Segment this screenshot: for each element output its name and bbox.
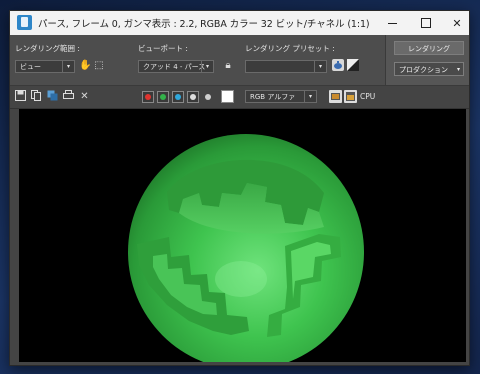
viewport-dropdown[interactable]: クアッド 4 - パース ▾: [138, 60, 214, 73]
print-icon[interactable]: [62, 90, 75, 103]
copy-icon[interactable]: [30, 90, 43, 103]
blue-channel-toggle[interactable]: [172, 91, 184, 103]
clone-icon[interactable]: [46, 90, 59, 103]
viewport-label: ビューポート :: [138, 44, 188, 53]
monochrome-dot-icon[interactable]: [205, 94, 211, 100]
region-select-icon[interactable]: ⬚: [93, 60, 105, 72]
chevron-down-icon: ▾: [314, 61, 326, 72]
frame-buffer-toolbar: ✕ RGB アルファ ▾ CPU: [10, 86, 469, 109]
render-preset-dropdown[interactable]: ▾: [245, 60, 327, 73]
app-icon: [17, 15, 32, 30]
render-area-value: ビュー: [20, 63, 41, 71]
lock-icon[interactable]: 🔒︎: [222, 60, 234, 72]
green-channel-toggle[interactable]: [157, 91, 169, 103]
alpha-channel-icon: [190, 94, 196, 100]
render-button[interactable]: レンダリング: [394, 41, 464, 55]
blue-channel-icon: [175, 94, 181, 100]
renderer-label: CPU: [360, 92, 376, 101]
chevron-down-icon: ▾: [304, 91, 316, 102]
frame-buffer-window: パース, フレーム 0, ガンマ表示 : 2.2, RGBA カラー 32 ビッ…: [9, 10, 470, 366]
renderer-icon[interactable]: [344, 90, 357, 103]
background-color-swatch[interactable]: [221, 90, 234, 103]
rendered-sphere-image: [19, 109, 466, 362]
render-viewport[interactable]: [19, 109, 466, 362]
render-action-panel: レンダリング プロダクション ▾: [385, 35, 469, 85]
render-area-dropdown[interactable]: ビュー ▾: [15, 60, 75, 73]
maximize-icon: [421, 18, 431, 28]
close-button[interactable]: ✕: [438, 11, 469, 35]
window-title: パース, フレーム 0, ガンマ表示 : 2.2, RGBA カラー 32 ビッ…: [38, 19, 370, 30]
hand-pan-icon[interactable]: ✋: [79, 60, 91, 72]
channel-display-value: RGB アルファ: [250, 93, 296, 101]
chevron-down-icon: ▾: [201, 61, 213, 72]
close-icon: ✕: [452, 16, 462, 30]
render-window-icon[interactable]: [329, 90, 342, 103]
clear-icon[interactable]: ✕: [78, 90, 91, 103]
minimize-button[interactable]: [373, 11, 411, 35]
save-icon[interactable]: [14, 90, 27, 103]
render-mode-value: プロダクション: [399, 66, 448, 74]
title-bar[interactable]: パース, フレーム 0, ガンマ表示 : 2.2, RGBA カラー 32 ビッ…: [10, 11, 469, 35]
teapot-icon[interactable]: [332, 59, 344, 71]
alpha-channel-toggle[interactable]: [187, 91, 199, 103]
viewport-value: クアッド 4 - パース: [143, 63, 206, 71]
render-mode-dropdown[interactable]: プロダクション ▾: [394, 62, 464, 76]
chevron-down-icon: ▾: [456, 66, 460, 73]
chevron-down-icon: ▾: [62, 61, 74, 72]
render-area-label: レンダリング範囲 :: [15, 44, 80, 53]
green-channel-icon: [160, 94, 166, 100]
red-channel-icon: [145, 94, 151, 100]
channel-display-dropdown[interactable]: RGB アルファ ▾: [245, 90, 317, 103]
color-correct-icon[interactable]: [347, 59, 359, 71]
minimize-icon: [387, 22, 397, 24]
render-settings-panel: レンダリング範囲 : ビュー ▾ ✋ ⬚ ビューポート : クアッド 4 - パ…: [10, 35, 469, 86]
render-preset-label: レンダリング プリセット :: [245, 44, 335, 53]
red-channel-toggle[interactable]: [142, 91, 154, 103]
